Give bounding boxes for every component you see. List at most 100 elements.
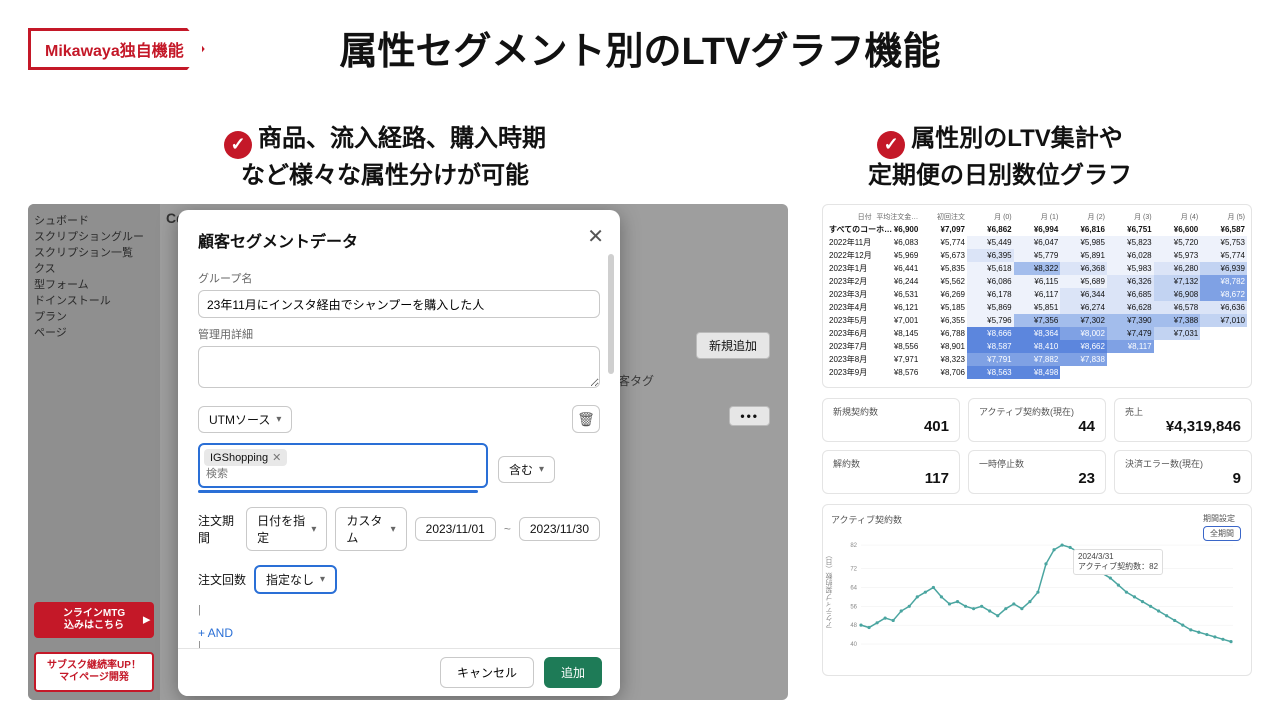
utm-value-box[interactable]: IGShopping ✕	[198, 443, 488, 488]
cohort-cell	[1107, 366, 1154, 379]
card-value: 401	[833, 418, 949, 435]
sidebar-item[interactable]: スクリプショングルー	[34, 228, 154, 244]
group-name-input[interactable]	[198, 290, 600, 318]
trash-icon[interactable]: 🗑	[572, 405, 600, 433]
metric-card: 売上¥4,319,846	[1114, 398, 1252, 442]
cohort-cell: ¥5,753	[1200, 236, 1247, 249]
date-to-input[interactable]: 2023/11/30	[519, 517, 600, 541]
chart-title: アクティブ契約数	[831, 513, 1243, 526]
utm-search-input[interactable]	[204, 466, 482, 482]
cohort-cell: ¥6,083	[874, 236, 921, 249]
card-label: 一時停止数	[979, 457, 1095, 470]
cohort-cell: ¥7,971	[874, 353, 921, 366]
add-and-condition[interactable]: + AND	[198, 626, 600, 640]
table-row: 2023年8月¥7,971¥8,323¥7,791¥7,882¥7,838	[827, 353, 1247, 366]
cta2-l1: サブスク継続率UP！	[47, 660, 141, 671]
sidebar-item[interactable]: 型フォーム	[34, 276, 154, 292]
utm-source-select[interactable]: UTMソース	[198, 406, 292, 433]
sidebar-item[interactable]: クス	[34, 260, 154, 276]
detail-textarea[interactable]	[198, 346, 600, 388]
cohort-cell: ¥6,269	[920, 288, 967, 301]
cta-mypage[interactable]: サブスク継続率UP！ マイページ開発	[34, 652, 154, 692]
cohort-cell	[1200, 340, 1247, 353]
cohort-cell: ¥8,666	[967, 327, 1014, 340]
tooltip-date: 2024/3/31	[1078, 552, 1114, 561]
detail-label: 管理用詳細	[198, 326, 600, 342]
submit-button[interactable]: 追加	[544, 657, 602, 688]
cohort-cell: ¥6,047	[1014, 236, 1061, 249]
cohort-cell: ¥7,390	[1107, 314, 1154, 327]
cohort-cell: 2023年4月	[827, 301, 874, 314]
sidebar-item[interactable]: シュボード	[34, 212, 154, 228]
app-preview-left: Cd シュボードスクリプショングルースクリプション一覧クス型フォームドインストー…	[28, 204, 788, 700]
card-label: 解約数	[833, 457, 949, 470]
utm-chip-label: IGShopping	[210, 452, 268, 464]
chart-period-select[interactable]: 全期間	[1203, 526, 1241, 541]
cta2-l2: マイページ開発	[59, 672, 129, 683]
kebab-menu[interactable]: •••	[729, 406, 770, 426]
close-icon[interactable]: ✕	[587, 224, 604, 249]
cursor-mark: |	[198, 604, 600, 616]
cohort-cell: ¥7,302	[1060, 314, 1107, 327]
card-value: 23	[979, 470, 1095, 487]
include-select[interactable]: 含む	[498, 456, 555, 483]
y-axis-label: アクティブ契約数（日）	[825, 552, 835, 629]
cohort-cell	[1154, 353, 1201, 366]
cta-online-mtg[interactable]: ンラインMTG 込みはこちら ▶	[34, 602, 154, 638]
metric-card: アクティブ契約数(現在)44	[968, 398, 1106, 442]
feature-right: ✓属性別のLTV集計や 定期便の日別数位グラフ	[790, 122, 1210, 192]
cohort-cell: ¥5,689	[1060, 275, 1107, 288]
chart-setting-label: 期間設定	[1203, 514, 1235, 523]
date-spec-select[interactable]: 日付を指定	[246, 507, 327, 551]
cohort-cell: ¥7,791	[967, 353, 1014, 366]
cohort-header: 初回注文	[920, 211, 967, 223]
metric-card: 新規契約数401	[822, 398, 960, 442]
order-count-select[interactable]: 指定なし	[254, 565, 337, 594]
cohort-cell: ¥8,323	[920, 353, 967, 366]
order-period-label: 注文期間	[198, 512, 238, 546]
cohort-cell	[1060, 366, 1107, 379]
check-icon: ✓	[224, 131, 252, 159]
scrollbar[interactable]	[608, 254, 614, 374]
cohort-cell: ¥8,563	[967, 366, 1014, 379]
cohort-cell: ¥8,145	[874, 327, 921, 340]
cohort-cell: ¥8,322	[1014, 262, 1061, 275]
cohort-cell: ¥5,779	[1014, 249, 1061, 262]
custom-select[interactable]: カスタム	[335, 507, 406, 551]
table-row: 2023年7月¥8,556¥8,901¥8,587¥8,410¥8,662¥8,…	[827, 340, 1247, 353]
cohort-cell: 2022年11月	[827, 236, 874, 249]
sidebar-item[interactable]: ページ	[34, 324, 154, 340]
cohort-cell	[1200, 327, 1247, 340]
card-label: 新規契約数	[833, 405, 949, 418]
cohort-cell: ¥6,600	[1154, 223, 1201, 236]
cohort-cell: ¥8,901	[920, 340, 967, 353]
date-from-input[interactable]: 2023/11/01	[415, 517, 496, 541]
utm-chip[interactable]: IGShopping ✕	[204, 449, 287, 466]
cohort-cell: ¥6,028	[1107, 249, 1154, 262]
tilde: ~	[504, 522, 511, 536]
table-row: 2023年5月¥7,001¥6,355¥5,796¥7,356¥7,302¥7,…	[827, 314, 1247, 327]
cohort-cell: ¥5,835	[920, 262, 967, 275]
new-button[interactable]: 新規追加	[696, 332, 770, 359]
cta1-l2: 込みはこちら	[64, 620, 124, 631]
chart-tooltip: 2024/3/31 アクティブ契約数：82	[1073, 549, 1163, 575]
metric-cards: 新規契約数401アクティブ契約数(現在)44売上¥4,319,846解約数117…	[822, 398, 1252, 494]
sidebar-item[interactable]: プラン	[34, 308, 154, 324]
sidebar-item[interactable]: ドインストール	[34, 292, 154, 308]
cohort-cell: ¥5,851	[1014, 301, 1061, 314]
cancel-button[interactable]: キャンセル	[440, 657, 534, 688]
sidebar-item[interactable]: スクリプション一覧	[34, 244, 154, 260]
cohort-cell: ¥8,556	[874, 340, 921, 353]
cohort-header: 月 (2)	[1060, 211, 1107, 223]
cohort-cell: ¥8,410	[1014, 340, 1061, 353]
cohort-cell: ¥6,395	[967, 249, 1014, 262]
cohort-cell: ¥6,816	[1060, 223, 1107, 236]
chip-remove-icon[interactable]: ✕	[272, 451, 281, 464]
table-row: 2023年9月¥8,576¥8,706¥8,563¥8,498	[827, 366, 1247, 379]
table-row: 2023年3月¥6,531¥6,269¥6,178¥6,117¥6,344¥6,…	[827, 288, 1247, 301]
cohort-cell: ¥8,576	[874, 366, 921, 379]
cohort-cell: ¥5,673	[920, 249, 967, 262]
sidebar: シュボードスクリプショングルースクリプション一覧クス型フォームドインストールプラ…	[28, 204, 160, 700]
cohort-cell: ¥8,117	[1107, 340, 1154, 353]
cohort-cell: ¥7,132	[1154, 275, 1201, 288]
